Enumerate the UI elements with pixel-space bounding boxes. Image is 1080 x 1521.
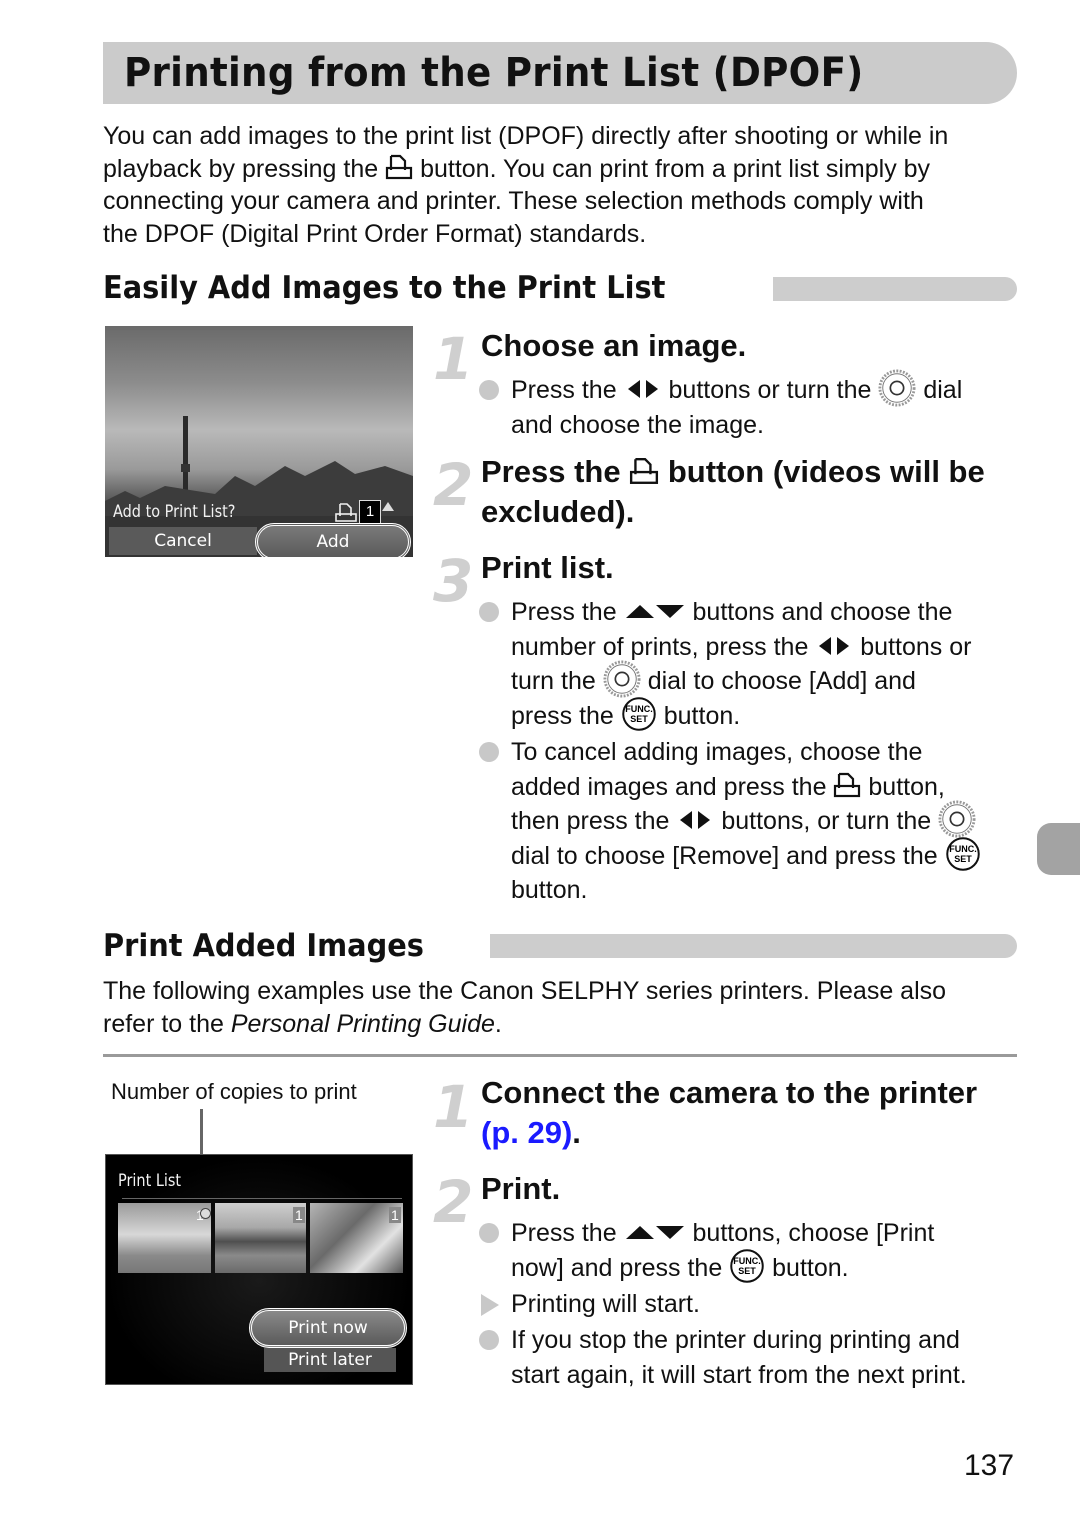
guide-title: Personal Printing Guide: [230, 1009, 495, 1038]
section-heading-bar: [490, 934, 1017, 958]
control-dial-icon: [603, 660, 641, 698]
bullet-icon: [479, 1223, 499, 1243]
func-set-button-icon: [945, 836, 981, 872]
bullet-icon: [479, 742, 499, 762]
step3-bullet-1: Press the buttons and choose the number …: [479, 595, 1031, 733]
copies-count: 1: [359, 500, 381, 524]
intro-paragraph: You can add images to the print list (DP…: [103, 122, 949, 248]
step-number: 3: [433, 547, 474, 615]
step-number: 1: [433, 1073, 474, 1141]
print-later-button[interactable]: Print later: [264, 1348, 396, 1372]
bullet-icon: [479, 1330, 499, 1350]
section-heading-bar: [773, 277, 1017, 301]
add-button[interactable]: Add: [255, 523, 411, 557]
bullet-icon: [479, 380, 499, 400]
title-underline: [122, 1198, 402, 1199]
camera-screen-add-to-print-list: Add to Print List? 1 Cancel Add: [105, 326, 413, 557]
up-down-buttons-icon: [624, 1221, 686, 1243]
print-now-button[interactable]: Print now: [249, 1308, 407, 1348]
page-link[interactable]: (p. 29): [481, 1115, 572, 1150]
section2-description: The following examples use the Canon SEL…: [103, 977, 947, 1038]
func-set-button-icon: [729, 1248, 765, 1284]
print-share-icon: [833, 771, 861, 799]
step-title: Connect the camera to the printer (p. 29…: [481, 1075, 978, 1150]
section-heading-easily-add: Easily Add Images to the Print List: [103, 270, 666, 306]
camera-screen-print-list: Print List 1 1 1 Print now Print later: [105, 1154, 413, 1385]
func-set-button-icon: [621, 696, 657, 732]
left-right-buttons-icon: [626, 378, 660, 400]
thumb-copies: 1: [389, 1207, 401, 1223]
up-down-buttons-icon: [624, 600, 686, 622]
cancel-button[interactable]: Cancel: [109, 527, 257, 555]
print-share-icon: [385, 153, 413, 181]
print-bullet-2: If you stop the printer during printing …: [479, 1323, 1031, 1392]
step3-bullet-2: To cancel adding images, choose the adde…: [479, 735, 1031, 908]
chapter-side-tab: [1037, 823, 1080, 875]
step-title: Press the button (videos will be exclude…: [481, 454, 985, 529]
print-result: Printing will start.: [481, 1287, 1031, 1322]
print-bullet-1: Press the buttons, choose [Print now] an…: [479, 1216, 1031, 1285]
print-share-icon: [629, 456, 659, 486]
left-right-buttons-icon: [817, 635, 851, 657]
step-number: 2: [433, 451, 474, 519]
divider: [103, 1054, 1017, 1057]
print-icon: [335, 503, 357, 522]
step-title: Print.: [481, 1171, 561, 1206]
callout-dot: [200, 1208, 211, 1219]
control-dial-icon: [878, 369, 916, 407]
print-list-title: Print List: [118, 1171, 182, 1191]
left-right-buttons-icon: [678, 809, 712, 831]
callout-label: Number of copies to print: [111, 1079, 357, 1104]
step-title: Choose an image.: [481, 328, 747, 363]
step-title: Print list.: [481, 550, 614, 585]
bullet-icon: [479, 602, 499, 622]
thumb-copies: 1: [293, 1207, 305, 1223]
add-to-print-list-prompt: Add to Print List?: [113, 502, 236, 522]
result-arrow-icon: [481, 1294, 499, 1316]
step-number: 2: [433, 1168, 474, 1236]
up-arrow-icon: [382, 502, 394, 511]
section-heading-print-added: Print Added Images: [103, 928, 424, 964]
step-number: 1: [433, 325, 474, 393]
step1-bullet: Press the buttons or turn the dial and c…: [479, 373, 1031, 442]
control-dial-icon: [938, 800, 976, 838]
page-title: Printing from the Print List (DPOF): [124, 50, 864, 96]
page-number: 137: [964, 1449, 1015, 1482]
